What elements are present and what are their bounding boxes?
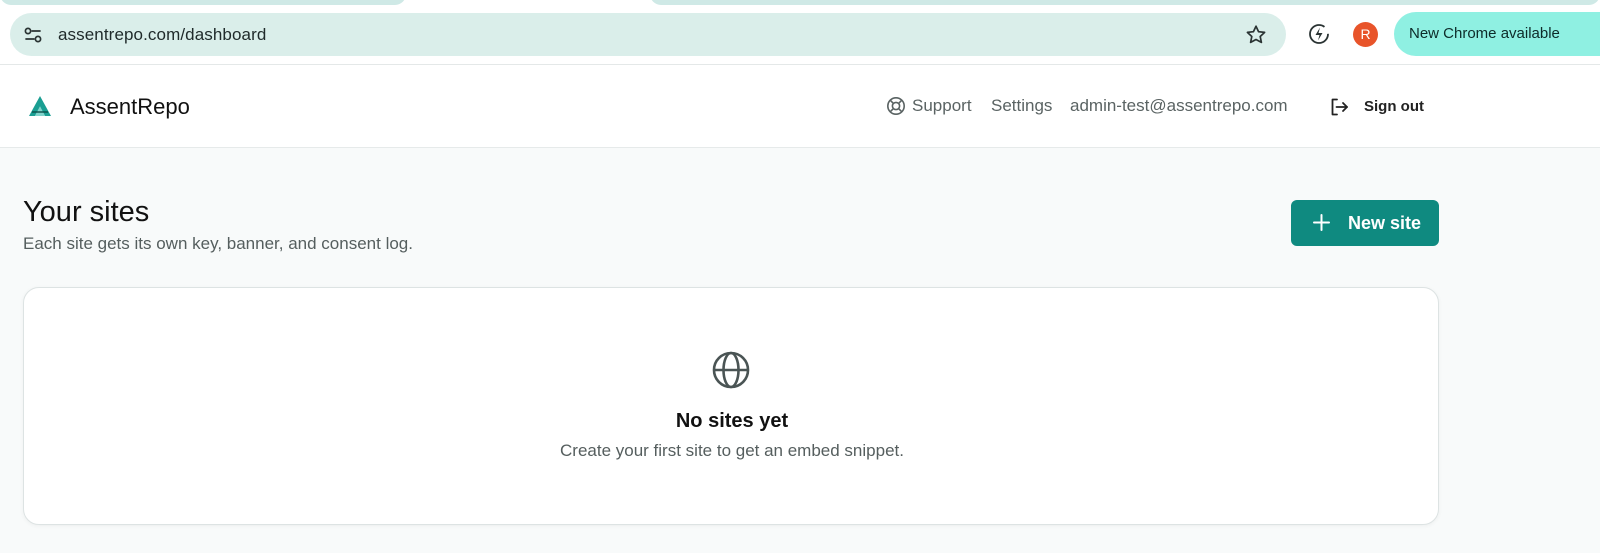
address-bar[interactable]: assentrepo.com/dashboard xyxy=(10,13,1286,56)
plus-icon xyxy=(1313,214,1330,231)
logo-icon[interactable] xyxy=(28,95,52,117)
extension-icon[interactable] xyxy=(1306,21,1332,47)
sign-out-icon[interactable] xyxy=(1328,96,1350,118)
sign-out-button[interactable]: Sign out xyxy=(1364,98,1424,115)
nav-support-link[interactable]: Support xyxy=(912,96,972,116)
profile-avatar[interactable]: R xyxy=(1353,22,1378,47)
brand-name[interactable]: AssentRepo xyxy=(70,94,190,120)
browser-tab-active[interactable] xyxy=(650,0,1600,5)
star-icon[interactable] xyxy=(1244,23,1268,47)
browser-toolbar: assentrepo.com/dashboard R New Chrome av… xyxy=(0,0,1600,65)
new-chrome-available-button[interactable]: New Chrome available xyxy=(1394,12,1600,56)
nav-settings-link[interactable]: Settings xyxy=(991,96,1052,116)
globe-icon xyxy=(712,351,750,389)
browser-tab[interactable] xyxy=(0,0,406,5)
tab-strip xyxy=(0,0,1600,6)
support-icon[interactable] xyxy=(886,96,906,116)
page-subtitle: Each site gets its own key, banner, and … xyxy=(23,234,413,253)
new-site-label: New site xyxy=(1348,213,1422,233)
app-header: AssentRepo Support Settings admin-test@a… xyxy=(0,65,1600,148)
url-text[interactable]: assentrepo.com/dashboard xyxy=(58,25,266,45)
user-email: admin-test@assentrepo.com xyxy=(1070,96,1288,115)
page-title: Your sites xyxy=(23,196,150,228)
empty-state-text: Create your first site to get an embed s… xyxy=(560,441,904,460)
empty-state-title: No sites yet xyxy=(675,410,789,432)
empty-state-card: No sites yet Create your first site to g… xyxy=(23,287,1439,525)
new-site-button[interactable]: New site xyxy=(1291,200,1439,246)
site-info-icon[interactable] xyxy=(22,24,44,46)
update-label: New Chrome available xyxy=(1409,25,1560,42)
